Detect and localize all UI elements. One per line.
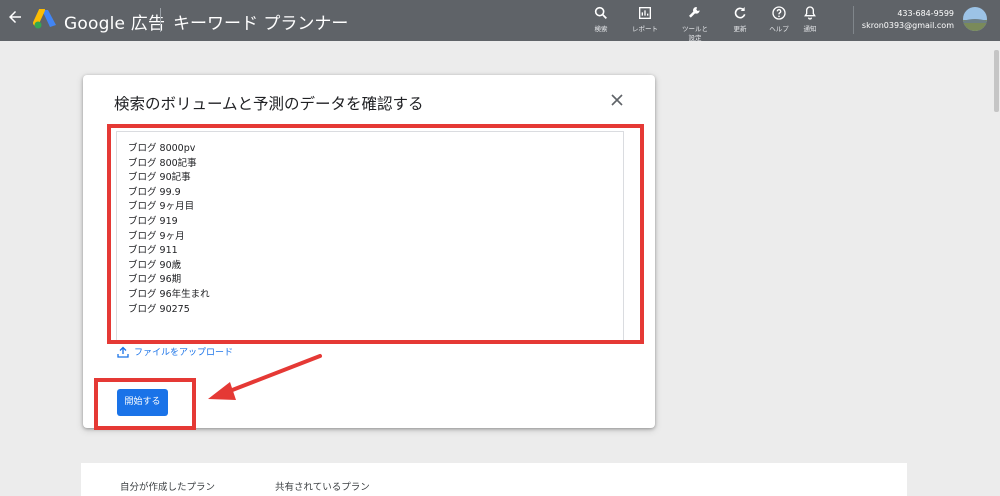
upload-icon [117,346,129,358]
tool-label: ツールと 設定 [682,25,708,42]
tab-shared-plans[interactable]: 共有されているプラン [275,479,370,493]
tab-my-plans[interactable]: 自分が作成したプラン [120,479,215,493]
search-icon [594,6,607,19]
brand-name[interactable]: Google 広告 [64,9,165,34]
plans-panel: 自分が作成したプラン 共有されているプラン [81,463,907,496]
wrench-icon [689,7,700,18]
header-divider [853,6,854,34]
account-info[interactable]: 433-684-9599 skron0393@gmail.com [862,8,954,32]
page-title: キーワード プランナー [173,14,349,34]
page-scrollbar-thumb[interactable] [994,50,999,112]
tool-label: 通知 [803,25,817,33]
top-app-bar: Google 広告 キーワード プランナー 検索 レポート ツールと 設定 更新… [0,0,1000,43]
reports-icon [639,7,651,19]
dialog-title: 検索のボリュームと予測のデータを確認する [114,95,424,113]
tool-notifications-button[interactable]: 通知 [788,5,832,34]
help-icon [772,6,786,20]
google-ads-logo-icon[interactable] [33,9,57,29]
account-email: skron0393@gmail.com [861,21,954,30]
refresh-icon [734,7,746,19]
tool-label: レポート [632,25,658,33]
annotation-arrow-icon [208,354,322,400]
annotation-button-box [94,378,196,430]
account-id: 433-684-9599 [897,9,954,18]
tool-search-button[interactable]: 検索 [579,5,623,34]
tool-tools-settings-button[interactable]: ツールと 設定 [673,5,717,43]
annotation-highlight-box [107,124,644,344]
tool-refresh-button[interactable]: 更新 [718,5,762,34]
avatar[interactable] [963,7,987,31]
tool-label: 検索 [594,25,608,33]
back-arrow-icon[interactable] [6,8,24,26]
tool-label: 更新 [733,25,747,33]
bell-icon [804,6,816,20]
header-divider [160,8,161,32]
close-icon[interactable] [610,93,624,107]
tool-reports-button[interactable]: レポート [623,5,667,34]
